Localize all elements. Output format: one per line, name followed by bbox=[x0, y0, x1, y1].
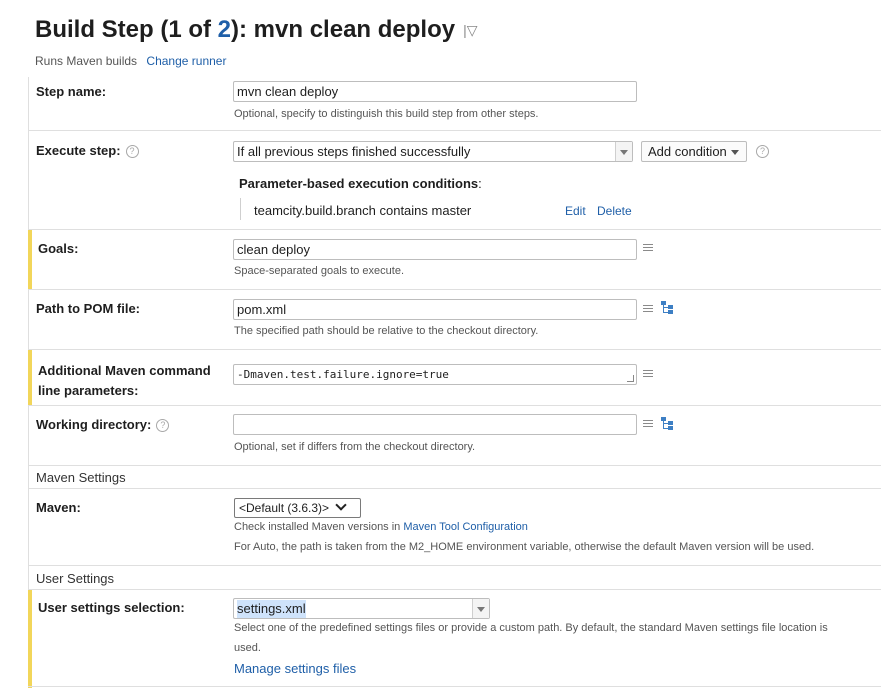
additional-label-line2: line parameters: bbox=[38, 383, 139, 398]
divider bbox=[28, 465, 881, 466]
help-icon[interactable]: ? bbox=[125, 145, 139, 159]
required-highlight bbox=[28, 230, 32, 289]
step-name-label: Step name: bbox=[36, 84, 107, 99]
list-icon[interactable] bbox=[643, 420, 653, 428]
conditions-title-text: Parameter-based execution conditions bbox=[239, 176, 479, 191]
condition-border bbox=[240, 198, 241, 220]
working-dir-hint: Optional, set if differs from the checko… bbox=[234, 441, 476, 453]
divider bbox=[28, 130, 881, 131]
maven-hint: Check installed Maven versions in Maven … bbox=[234, 521, 528, 533]
working-dir-input[interactable] bbox=[233, 414, 637, 435]
divider bbox=[28, 686, 881, 687]
user-settings-label: User settings selection: bbox=[38, 600, 185, 615]
goals-input[interactable]: clean deploy bbox=[233, 239, 637, 260]
pom-hint: The specified path should be relative to… bbox=[234, 325, 539, 337]
required-highlight bbox=[28, 590, 32, 688]
additional-label-line1: Additional Maven command bbox=[38, 363, 211, 378]
divider bbox=[28, 565, 881, 566]
user-settings-hint-2: used. bbox=[234, 642, 261, 654]
step-name-input[interactable]: mvn clean deploy bbox=[233, 81, 637, 102]
pom-label: Path to POM file: bbox=[36, 301, 140, 316]
maven-version-select[interactable]: <Default (3.6.3)> bbox=[234, 498, 361, 518]
execute-step-value: If all previous steps finished successfu… bbox=[237, 144, 471, 159]
tree-icon[interactable] bbox=[661, 417, 674, 430]
maven-label: Maven: bbox=[36, 500, 81, 515]
divider bbox=[28, 488, 881, 489]
help-icon[interactable]: ? bbox=[756, 145, 769, 158]
title-prefix: Build Step (1 of bbox=[35, 16, 218, 43]
list-icon[interactable] bbox=[643, 370, 653, 378]
user-settings-select[interactable]: settings.xml bbox=[233, 598, 490, 619]
conditions-title: Parameter-based execution conditions: bbox=[239, 176, 482, 191]
divider bbox=[28, 405, 881, 406]
dropdown-arrow-icon bbox=[615, 142, 632, 161]
step-count: 2 bbox=[217, 16, 232, 43]
pom-input[interactable]: pom.xml bbox=[233, 299, 637, 320]
maven-tool-config-link[interactable]: Maven Tool Configuration bbox=[403, 521, 528, 533]
divider bbox=[28, 589, 881, 590]
user-settings-section: User Settings bbox=[36, 571, 115, 586]
working-dir-label-text: Working directory: bbox=[36, 417, 152, 432]
maven-hint-2: For Auto, the path is taken from the M2_… bbox=[234, 541, 815, 553]
additional-params-textarea[interactable]: -Dmaven.test.failure.ignore=true bbox=[233, 364, 637, 385]
caret-down-icon bbox=[730, 150, 739, 156]
list-icon[interactable] bbox=[643, 244, 653, 252]
title-suffix: ): mvn clean deploy bbox=[231, 16, 456, 43]
user-settings-hint: Select one of the predefined settings fi… bbox=[234, 622, 828, 634]
goals-label: Goals: bbox=[38, 241, 79, 256]
conditions-title-colon: : bbox=[478, 176, 482, 191]
tree-icon[interactable] bbox=[661, 301, 674, 314]
execute-step-label-text: Execute step: bbox=[36, 143, 121, 158]
working-dir-label: Working directory:? bbox=[36, 417, 170, 433]
maven-hint-text: Check installed Maven versions in bbox=[234, 521, 404, 533]
step-name-hint: Optional, specify to distinguish this bu… bbox=[234, 108, 539, 120]
resize-handle-icon[interactable] bbox=[627, 375, 634, 382]
execute-step-select[interactable]: If all previous steps finished successfu… bbox=[233, 141, 633, 162]
additional-params-value: -Dmaven.test.failure.ignore=true bbox=[237, 368, 449, 381]
page-title: Build Step (1 of 2): mvn clean deploy |▽ bbox=[35, 16, 478, 44]
divider bbox=[28, 289, 881, 290]
add-condition-button[interactable]: Add condition bbox=[641, 141, 747, 162]
execute-step-label: Execute step:? bbox=[36, 143, 139, 159]
add-condition-label: Add condition bbox=[648, 144, 727, 159]
chevron-down-icon bbox=[335, 499, 347, 511]
edit-condition-link[interactable]: Edit bbox=[565, 204, 586, 218]
goals-hint: Space-separated goals to execute. bbox=[234, 265, 405, 277]
list-icon[interactable] bbox=[643, 305, 653, 313]
divider bbox=[28, 349, 881, 350]
runner-subtitle: Runs Maven builds Change runner bbox=[35, 54, 226, 68]
help-icon[interactable]: ? bbox=[156, 419, 170, 433]
divider bbox=[28, 229, 881, 230]
user-settings-value: settings.xml bbox=[237, 600, 306, 618]
dropdown-arrow-icon bbox=[472, 599, 489, 618]
change-runner-link[interactable]: Change runner bbox=[146, 54, 226, 68]
title-menu-icon[interactable]: |▽ bbox=[463, 22, 477, 38]
additional-params-label: Additional Maven command line parameters: bbox=[38, 361, 211, 401]
runner-text: Runs Maven builds bbox=[35, 54, 138, 68]
condition-text: teamcity.build.branch contains master bbox=[254, 203, 472, 218]
manage-settings-link[interactable]: Manage settings files bbox=[234, 661, 356, 676]
delete-condition-link[interactable]: Delete bbox=[597, 204, 632, 218]
maven-settings-section: Maven Settings bbox=[36, 470, 126, 485]
maven-version-value: <Default (3.6.3)> bbox=[239, 501, 330, 515]
required-highlight bbox=[28, 350, 32, 405]
